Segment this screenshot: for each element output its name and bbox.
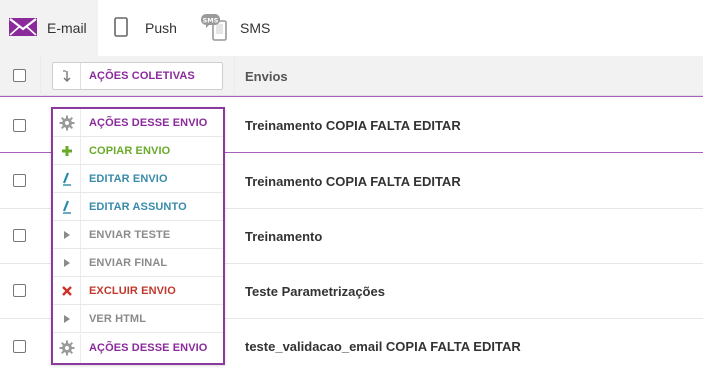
menu-item-label: ENVIAR TESTE <box>89 228 171 241</box>
menu-item-acoes-desse-envio[interactable]: AÇÕES DESSE ENVIO <box>53 333 223 363</box>
menu-item-enviar-final[interactable]: ENVIAR FINAL <box>53 249 223 277</box>
sort-down-icon <box>53 63 81 89</box>
row-checkbox[interactable] <box>13 229 26 242</box>
tab-push-label: Push <box>145 20 177 36</box>
row-name[interactable]: Teste Parametrizações <box>245 284 385 299</box>
row-checkbox[interactable] <box>13 174 26 187</box>
menu-item-excluir-envio[interactable]: EXCLUIR ENVIO <box>53 277 223 305</box>
phone-icon <box>114 16 128 40</box>
menu-item-label: AÇÕES DESSE ENVIO <box>89 342 208 354</box>
svg-text:SMS: SMS <box>203 16 219 24</box>
tab-sms[interactable]: SMS SMS <box>192 0 292 56</box>
menu-item-editar-envio[interactable]: EDITAR ENVIO <box>53 165 223 193</box>
row-name[interactable]: Treinamento <box>245 229 322 244</box>
row-checkbox[interactable] <box>13 340 26 353</box>
channel-tabs: E-mail Push SMS SMS <box>0 0 703 56</box>
bulk-actions-button[interactable]: AÇÕES COLETIVAS <box>52 62 223 90</box>
menu-item-label: EXCLUIR ENVIO <box>89 284 176 297</box>
row-checkbox[interactable] <box>13 284 26 297</box>
tab-email-label: E-mail <box>47 20 87 36</box>
menu-item-editar-assunto[interactable]: EDITAR ASSUNTO <box>53 193 223 221</box>
menu-item-label: EDITAR ENVIO <box>89 172 168 185</box>
tab-sms-label: SMS <box>240 20 271 36</box>
menu-item-label: AÇÕES DESSE ENVIO <box>89 116 208 129</box>
row-name[interactable]: Treinamento COPIA FALTA EDITAR <box>245 174 461 189</box>
tab-email[interactable]: E-mail <box>0 0 98 56</box>
sms-phone-icon: SMS <box>200 12 230 45</box>
menu-item-label: COPIAR ENVIO <box>89 144 171 157</box>
gear-icon <box>53 333 81 363</box>
plus-icon <box>53 137 81 164</box>
menu-item-label: VER HTML <box>89 312 147 325</box>
row-actions-menu: AÇÕES DESSE ENVIO COPIAR ENVIO EDITAR EN… <box>51 107 225 365</box>
menu-item-copiar-envio[interactable]: COPIAR ENVIO <box>53 137 223 165</box>
menu-item-acoes-desse-envio[interactable]: AÇÕES DESSE ENVIO <box>53 109 223 137</box>
caret-right-icon <box>53 305 81 332</box>
column-header-envios: Envios <box>245 69 288 84</box>
envelope-icon <box>9 16 37 41</box>
row-checkbox[interactable] <box>13 119 26 132</box>
table-header: AÇÕES COLETIVAS Envios <box>0 56 703 96</box>
gear-icon <box>53 109 81 136</box>
menu-item-enviar-teste[interactable]: ENVIAR TESTE <box>53 221 223 249</box>
bulk-actions-label: AÇÕES COLETIVAS <box>89 70 195 82</box>
row-name[interactable]: teste_validacao_email COPIA FALTA EDITAR <box>245 339 521 354</box>
select-all-checkbox[interactable] <box>13 69 26 82</box>
menu-item-label: ENVIAR FINAL <box>89 256 168 269</box>
menu-item-label: EDITAR ASSUNTO <box>89 200 187 213</box>
row-name[interactable]: Treinamento COPIA FALTA EDITAR <box>245 118 461 133</box>
pencil-icon <box>53 165 81 192</box>
caret-right-icon <box>53 221 81 248</box>
x-icon <box>53 277 81 304</box>
caret-right-icon <box>53 249 81 276</box>
tab-push[interactable]: Push <box>98 0 192 56</box>
menu-item-ver-html[interactable]: VER HTML <box>53 305 223 333</box>
pencil-icon <box>53 193 81 220</box>
